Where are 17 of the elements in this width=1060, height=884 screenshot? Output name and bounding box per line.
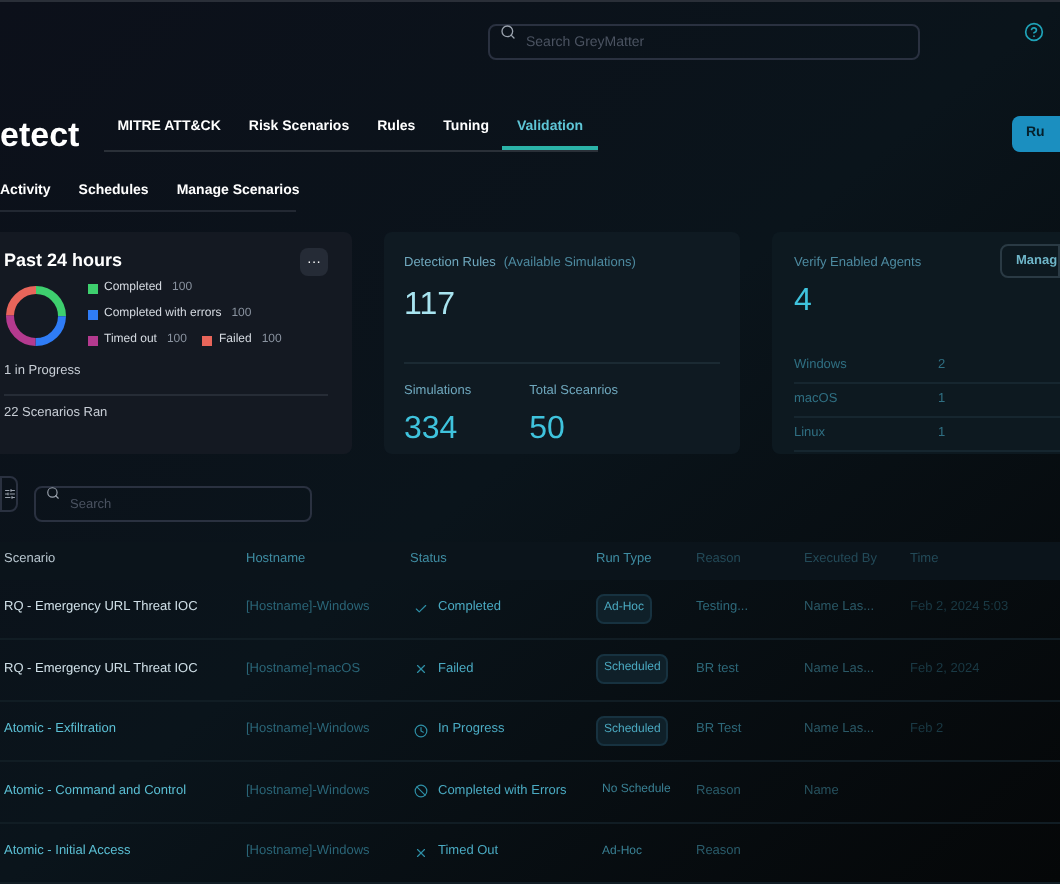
stat-value: 334 <box>404 409 460 449</box>
search-icon <box>500 23 516 40</box>
page-title: etect <box>0 117 80 152</box>
rules-count: 117 <box>404 281 720 364</box>
circle-slash-icon <box>414 784 428 799</box>
clock-icon <box>414 723 428 738</box>
donut-chart-drawing <box>4 283 68 347</box>
close-icon <box>414 662 428 677</box>
card-title: Past 24 hours <box>4 248 123 275</box>
help-icon[interactable] <box>1024 21 1044 42</box>
close-icon <box>414 845 428 860</box>
check-icon <box>414 601 428 616</box>
stat-value: 50 <box>529 409 567 449</box>
filter-button[interactable] <box>0 475 18 511</box>
filter-icon <box>4 487 16 499</box>
search-icon <box>46 486 60 500</box>
agents-count: 4 <box>794 281 814 322</box>
